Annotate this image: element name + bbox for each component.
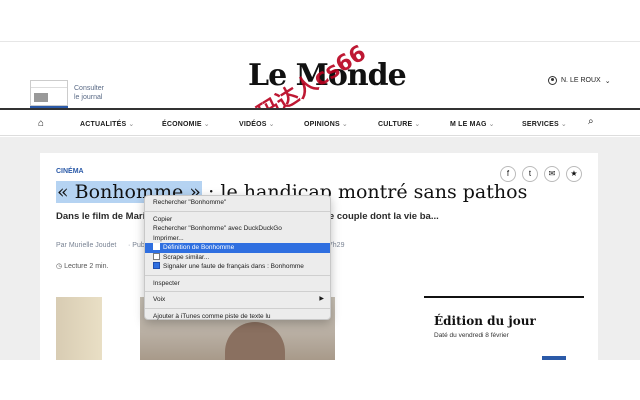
user-name: N. LE ROUX	[561, 77, 601, 84]
user-icon	[548, 76, 557, 85]
clock-icon: ◷	[56, 263, 63, 270]
twitter-icon[interactable]: t	[522, 166, 538, 182]
menu-item-voix[interactable]: Voix ▶	[145, 295, 330, 305]
edition-du-jour-box[interactable]: Édition du jour Daté du vendredi 8 févri…	[424, 296, 584, 362]
star-icon[interactable]: ★	[566, 166, 582, 182]
menu-separator	[145, 307, 330, 309]
menu-separator	[145, 274, 330, 276]
chevron-down-icon: ⌄	[604, 77, 611, 85]
menu-item-copier[interactable]: Copier	[145, 215, 330, 225]
nav-item-culture[interactable]: CULTURE ⌄	[378, 120, 420, 128]
browser-top-bar	[0, 0, 640, 42]
mail-icon[interactable]: ✉	[544, 166, 560, 182]
menu-item-scrape-similar[interactable]: Scrape similar...	[145, 252, 330, 263]
menu-item-duckduckgo[interactable]: Rechercher "Bonhomme" avec DuckDuckGo	[145, 224, 330, 234]
menu-separator	[145, 291, 330, 292]
menu-separator	[145, 210, 330, 212]
page-bottom	[0, 360, 640, 400]
menu-item-imprimer[interactable]: Imprimer...	[145, 234, 330, 244]
menu-item-inspecter[interactable]: Inspecter	[145, 279, 330, 289]
main-nav: ⌂ ACTUALITÉS ⌄ ÉCONOMIE ⌄ VIDÉOS ⌄ OPINIONS…	[0, 108, 640, 136]
nav-item-videos[interactable]: VIDÉOS ⌄	[239, 120, 275, 128]
facebook-icon[interactable]: f	[500, 166, 516, 182]
menu-item-definition[interactable]: Définition de Bonhomme	[145, 243, 330, 253]
search-icon[interactable]: ⌕	[588, 116, 594, 127]
nav-item-opinions[interactable]: OPINIONS ⌄	[304, 120, 348, 128]
article-author[interactable]: Par Murielle Joudet	[56, 242, 116, 249]
reading-time: ◷ Lecture 2 min.	[56, 263, 109, 270]
share-buttons: f t ✉ ★	[500, 166, 582, 182]
journal-link[interactable]: Consulter le journal	[30, 80, 114, 106]
user-menu[interactable]: N. LE ROUX ⌄	[548, 76, 611, 85]
spellcheck-icon	[153, 262, 160, 269]
menu-item-rechercher[interactable]: Rechercher "Bonhomme"	[145, 198, 330, 208]
submenu-arrow-icon: ▶	[319, 296, 324, 302]
edition-date: Daté du vendredi 8 février	[434, 332, 509, 339]
menu-item-itunes[interactable]: Ajouter à iTunes comme piste de texte lu	[145, 312, 330, 322]
nav-item-m-le-mag[interactable]: M LE MAG ⌄	[450, 120, 495, 128]
article-section[interactable]: CINÉMA	[56, 168, 84, 175]
nav-item-actualites[interactable]: ACTUALITÉS ⌄	[80, 120, 134, 128]
edition-title: Édition du jour	[434, 314, 536, 328]
menu-item-signaler[interactable]: Signaler une faute de français dans : Bo…	[145, 262, 330, 272]
home-icon[interactable]: ⌂	[38, 118, 44, 129]
nav-item-services[interactable]: SERVICES ⌄	[522, 120, 567, 128]
article-published: · Pub	[128, 242, 145, 249]
photo-left	[56, 297, 102, 360]
dictionary-icon	[153, 243, 160, 250]
journal-label-line1: Consulter	[74, 85, 104, 92]
nav-item-economie[interactable]: ÉCONOMIE ⌄	[162, 120, 210, 128]
context-menu: Rechercher "Bonhomme" Copier Rechercher …	[144, 195, 331, 320]
journal-label-line2: le journal	[74, 94, 103, 101]
journal-thumbnail[interactable]	[30, 80, 68, 106]
scraper-icon	[153, 252, 160, 260]
